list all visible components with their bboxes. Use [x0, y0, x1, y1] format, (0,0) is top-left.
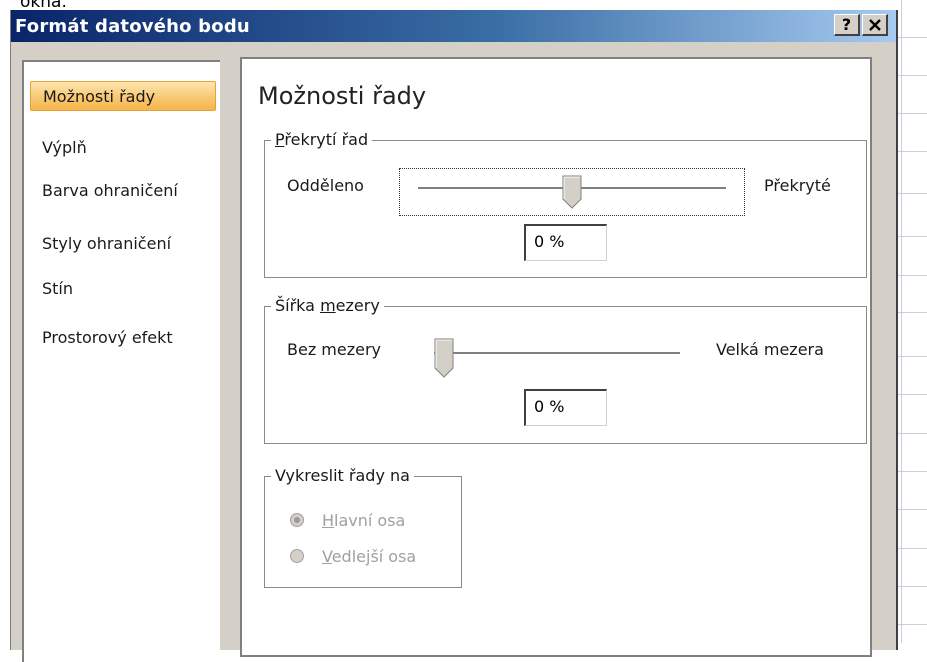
gap-slider[interactable]	[420, 332, 700, 380]
gap-min-label: Bez mezery	[287, 340, 382, 359]
primary-axis-label: Hlavní osa	[322, 511, 406, 530]
close-icon	[868, 19, 881, 31]
secondary-axis-label: Vedlejší osa	[322, 547, 417, 566]
plot-series-on-legend: Vykreslit řady na	[271, 466, 414, 485]
gap-slider-thumb[interactable]	[434, 338, 454, 378]
nav-item-3d-format[interactable]: Prostorový efekt	[30, 323, 216, 353]
category-list: Možnosti řady Výplň Barva ohraničení Sty…	[22, 60, 220, 662]
title-bar[interactable]: Formát datového bodu ?	[11, 10, 896, 42]
panel-title: Možnosti řady	[258, 82, 427, 110]
gap-max-label: Velká mezera	[716, 340, 824, 359]
secondary-axis-radio[interactable]	[290, 549, 304, 563]
gap-width-legend: Šířka mezery	[271, 296, 384, 315]
dialog-title: Formát datového bodu	[15, 16, 250, 37]
nav-item-label: Prostorový efekt	[42, 328, 173, 347]
close-button[interactable]	[862, 14, 888, 36]
nav-item-fill[interactable]: Výplň	[30, 133, 216, 163]
overlap-value-field[interactable]: 0 %	[524, 224, 607, 261]
nav-item-label: Výplň	[42, 138, 87, 157]
nav-item-label: Stín	[42, 279, 74, 298]
primary-axis-radio[interactable]	[290, 513, 304, 527]
overlap-max-label: Překryté	[764, 176, 831, 195]
gap-slider-track	[434, 352, 680, 355]
help-button[interactable]: ?	[834, 14, 860, 36]
overlap-slider-thumb[interactable]	[562, 175, 582, 209]
nav-item-label: Možnosti řady	[43, 87, 156, 106]
plot-series-on-group: Vykreslit řady na	[264, 466, 462, 588]
nav-item-series-options[interactable]: Možnosti řady	[30, 81, 216, 111]
nav-item-shadow[interactable]: Stín	[30, 274, 216, 304]
nav-item-border-color[interactable]: Barva ohraničení	[30, 176, 216, 206]
nav-item-label: Barva ohraničení	[42, 181, 178, 200]
gap-value-field[interactable]: 0 %	[524, 389, 607, 426]
overlap-min-label: Odděleno	[287, 176, 364, 195]
nav-item-label: Styly ohraničení	[42, 234, 172, 253]
overlap-slider[interactable]	[399, 168, 745, 216]
background-left	[0, 0, 10, 643]
nav-item-border-styles[interactable]: Styly ohraničení	[30, 229, 216, 259]
series-overlap-legend: Překrytí řad	[271, 130, 373, 149]
background-worksheet	[893, 0, 927, 643]
